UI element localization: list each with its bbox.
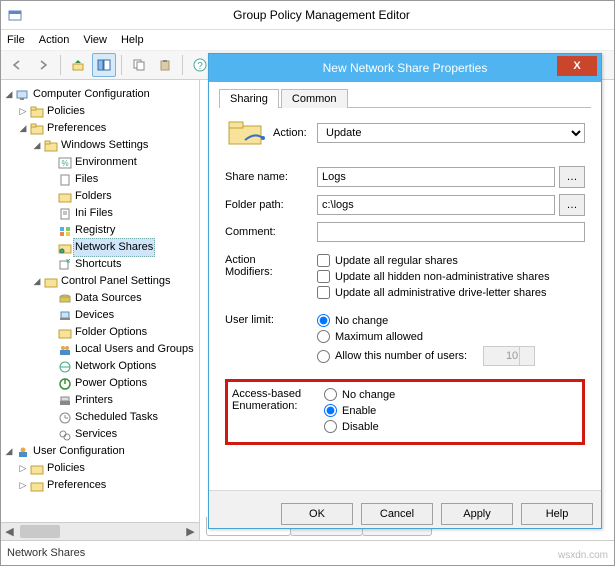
tree-user-preferences[interactable]: ▷Preferences xyxy=(3,477,199,494)
dialog-title-bar[interactable]: New Network Share Properties X xyxy=(209,54,601,82)
menu-action[interactable]: Action xyxy=(39,34,70,46)
back-button[interactable] xyxy=(5,53,29,77)
window-title: Group Policy Management Editor xyxy=(29,8,614,22)
dialog-button-row: OK Cancel Apply Help xyxy=(209,490,601,528)
tab-common[interactable]: Common xyxy=(281,89,348,108)
status-bar: Network Shares xyxy=(1,540,614,565)
close-button[interactable]: X xyxy=(557,56,597,76)
tree-view[interactable]: ◢Computer Configuration ▷Policies ◢Prefe… xyxy=(1,80,199,494)
share-name-browse-button[interactable]: … xyxy=(559,166,585,188)
title-bar: Group Policy Management Editor xyxy=(1,1,614,30)
abe-label: Access-based Enumeration: xyxy=(232,388,324,436)
abe-disable[interactable]: Disable xyxy=(324,420,578,433)
tree-local-users[interactable]: Local Users and Groups xyxy=(3,341,199,358)
tree-horizontal-scrollbar[interactable]: ◀ ▶ xyxy=(1,522,199,540)
action-select[interactable]: Update xyxy=(317,123,585,143)
tree-computer-configuration[interactable]: ◢Computer Configuration xyxy=(3,86,199,103)
tree-environment[interactable]: %Environment xyxy=(3,154,199,171)
mod-drive-letter-shares[interactable]: Update all administrative drive-letter s… xyxy=(317,286,585,299)
tree-policies[interactable]: ▷Policies xyxy=(3,103,199,120)
tree-windows-settings[interactable]: ◢Windows Settings xyxy=(3,137,199,154)
abe-enable[interactable]: Enable xyxy=(324,404,578,417)
mod-hidden-shares[interactable]: Update all hidden non-administrative sha… xyxy=(317,270,585,283)
comment-input[interactable] xyxy=(317,222,585,242)
tree-preferences[interactable]: ◢Preferences xyxy=(3,120,199,137)
tree-network-shares[interactable]: Network Shares xyxy=(3,239,199,256)
user-limit-maximum[interactable]: Maximum allowed xyxy=(317,330,585,343)
tree-network-options[interactable]: Network Options xyxy=(3,358,199,375)
tree-folder-options[interactable]: Folder Options xyxy=(3,324,199,341)
share-name-label: Share name: xyxy=(225,171,317,183)
menu-view[interactable]: View xyxy=(83,34,107,46)
tree-user-policies[interactable]: ▷Policies xyxy=(3,460,199,477)
dialog-title: New Network Share Properties xyxy=(209,61,601,75)
action-label: Action: xyxy=(273,127,317,139)
cancel-button[interactable]: Cancel xyxy=(361,503,433,525)
watermark: wsxdn.com xyxy=(558,550,608,561)
svg-text:?: ? xyxy=(197,61,203,72)
tree-control-panel-settings[interactable]: ◢Control Panel Settings xyxy=(3,273,199,290)
tree-user-configuration[interactable]: ◢User Configuration xyxy=(3,443,199,460)
abe-no-change[interactable]: No change xyxy=(324,388,578,401)
folder-path-browse-button[interactable]: … xyxy=(559,194,585,216)
tree-ini-files[interactable]: Ini Files xyxy=(3,205,199,222)
tree-printers[interactable]: Printers xyxy=(3,392,199,409)
user-limit-number[interactable]: Allow this number of users: 10 xyxy=(317,346,585,366)
show-hide-tree-button[interactable] xyxy=(92,53,116,77)
action-modifiers-label: Action Modifiers: xyxy=(225,254,317,302)
dialog-tabs: Sharing Common xyxy=(219,88,591,108)
app-icon xyxy=(7,7,23,23)
tree-data-sources[interactable]: Data Sources xyxy=(3,290,199,307)
scroll-thumb[interactable] xyxy=(20,525,60,538)
tree-devices[interactable]: Devices xyxy=(3,307,199,324)
tree-power-options[interactable]: Power Options xyxy=(3,375,199,392)
tree-shortcuts[interactable]: Shortcuts xyxy=(3,256,199,273)
menu-bar: File Action View Help xyxy=(1,30,614,51)
mod-regular-shares[interactable]: Update all regular shares xyxy=(317,254,585,267)
apply-button[interactable]: Apply xyxy=(441,503,513,525)
tree-services[interactable]: Services xyxy=(3,426,199,443)
copy-button[interactable] xyxy=(127,53,151,77)
main-window: Group Policy Management Editor File Acti… xyxy=(0,0,615,566)
tree-pane: ◢Computer Configuration ▷Policies ◢Prefe… xyxy=(1,80,200,540)
up-button[interactable] xyxy=(66,53,90,77)
scroll-right-arrow[interactable]: ▶ xyxy=(182,523,199,540)
ok-button[interactable]: OK xyxy=(281,503,353,525)
help-button[interactable]: Help xyxy=(521,503,593,525)
menu-help[interactable]: Help xyxy=(121,34,144,46)
share-name-input[interactable] xyxy=(317,167,555,187)
menu-file[interactable]: File xyxy=(7,34,25,46)
user-limit-spinner: 10 xyxy=(483,346,535,366)
forward-button[interactable] xyxy=(31,53,55,77)
tree-registry[interactable]: Registry xyxy=(3,222,199,239)
paste-button[interactable] xyxy=(153,53,177,77)
folder-path-label: Folder path: xyxy=(225,199,317,211)
tab-sharing[interactable]: Sharing xyxy=(219,89,279,108)
abe-highlight: Access-based Enumeration: No change Enab… xyxy=(225,379,585,445)
share-folder-icon xyxy=(225,118,265,148)
tree-folders[interactable]: Folders xyxy=(3,188,199,205)
folder-path-input[interactable] xyxy=(317,195,555,215)
user-limit-label: User limit: xyxy=(225,314,317,369)
new-network-share-dialog: New Network Share Properties X Sharing C… xyxy=(208,53,602,529)
tree-files[interactable]: Files xyxy=(3,171,199,188)
user-limit-no-change[interactable]: No change xyxy=(317,314,585,327)
comment-label: Comment: xyxy=(225,226,317,238)
tree-scheduled-tasks[interactable]: Scheduled Tasks xyxy=(3,409,199,426)
scroll-left-arrow[interactable]: ◀ xyxy=(1,523,18,540)
svg-text:%: % xyxy=(61,159,68,168)
